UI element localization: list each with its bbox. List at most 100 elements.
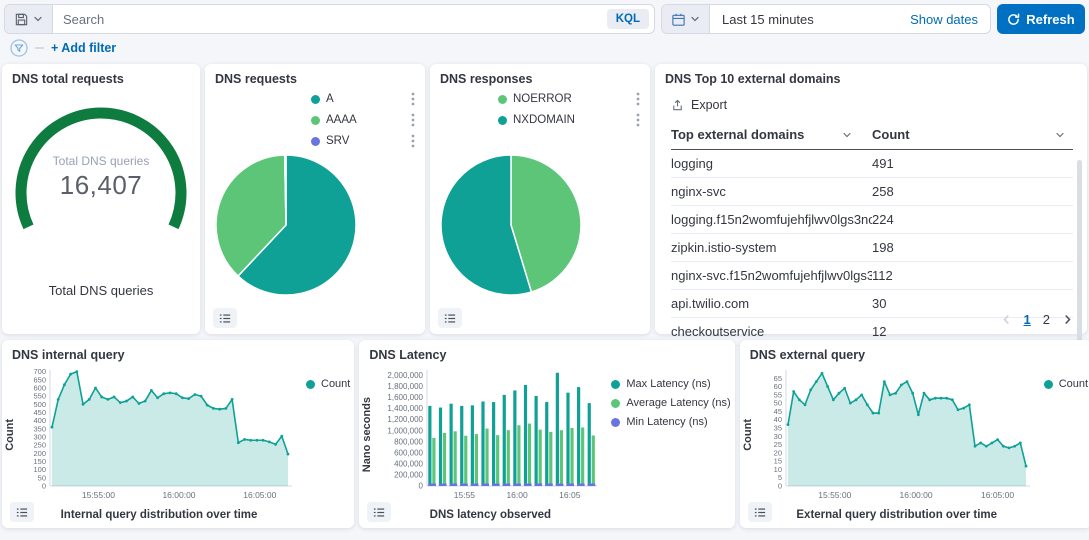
svg-text:15:55:00: 15:55:00 [818,490,851,500]
legend-dot [306,380,315,389]
previous-page-button[interactable] [1001,314,1012,325]
kebab-menu-icon[interactable] [626,92,640,106]
svg-text:1,800,000: 1,800,000 [388,382,424,391]
x-axis-title: External query distribution over time [756,509,1038,521]
sort-chevron-icon [1055,130,1065,140]
legend-dot [311,116,320,125]
cell-count: 258 [872,178,1073,205]
y-axis-title: Nano seconds [359,364,375,506]
table-row[interactable]: nginx-svc.f15n2womfujehfjlwv0lgs3no...11… [671,262,1073,290]
kebab-menu-icon[interactable] [401,134,415,148]
svg-text:16:00:00: 16:00:00 [899,490,932,500]
cell-domain: zipkin.istio-system [671,234,872,261]
cell-domain: nginx-svc.f15n2womfujehfjlwv0lgs3no... [671,262,872,289]
panel-dns-requests: DNS requests AAAAASRV [205,64,425,334]
cell-domain: logging.f15n2womfujehfjlwv0lgs3nog.... [671,206,872,233]
search-bar: KQL [4,4,655,34]
legend-label: Max Latency (ns) [626,378,710,390]
legend-dot [311,137,320,146]
svg-text:1,400,000: 1,400,000 [388,404,424,413]
panel-title: DNS Top 10 external domains [655,64,1087,86]
table-row[interactable]: logging.f15n2womfujehfjlwv0lgs3nog....22… [671,206,1073,234]
legend-label: NOERROR [513,93,572,105]
table-scrollbar[interactable] [1077,160,1082,346]
list-icon [444,312,456,325]
list-icon [754,506,766,519]
cell-domain: nginx-svc [671,178,872,205]
legend-item[interactable]: Count [1044,378,1088,390]
legend-toggle-button[interactable] [748,502,772,522]
legend-toggle-button[interactable] [10,502,34,522]
panel-row-2: DNS internal query Count 700650600550500… [2,340,1087,528]
pie-legend: NOERROR NXDOMAIN [498,92,640,127]
legend-item[interactable]: Average Latency (ns) [611,397,730,409]
legend-label: Average Latency (ns) [626,397,730,409]
legend-item-nxdomain[interactable]: NXDOMAIN [498,113,640,127]
legend-item[interactable]: Count [306,378,350,390]
gauge-bottom-label: Total DNS queries [2,283,200,298]
column-header-count[interactable]: Count [872,120,1073,149]
svg-text:16:05:00: 16:05:00 [243,490,276,500]
legend-item[interactable]: Max Latency (ns) [611,378,730,390]
saved-query-menu-button[interactable] [5,5,53,33]
legend-toggle-button[interactable] [367,502,391,522]
refresh-label: Refresh [1026,12,1074,27]
table-pagination: 12 [1001,312,1073,327]
panel-row-1: DNS total requests Total DNS queries 16,… [2,64,1087,334]
panel-title: DNS requests [205,64,425,86]
legend-item[interactable]: Min Latency (ns) [611,416,730,428]
next-page-button[interactable] [1062,314,1073,325]
kebab-menu-icon[interactable] [626,113,640,127]
svg-text:1,200,000: 1,200,000 [388,415,424,424]
chart-legend: Count [300,364,354,506]
refresh-button[interactable]: Refresh [997,4,1085,34]
kebab-menu-icon[interactable] [401,92,415,106]
legend-toggle-button[interactable] [213,308,237,328]
legend-label: Count [321,378,350,390]
legend-dot [498,116,507,125]
sort-chevron-icon [842,130,852,140]
page-number-2[interactable]: 2 [1043,312,1050,327]
dashboard-page: KQL Last 15 minutes Show dates Refresh +… [0,0,1089,540]
time-range-value[interactable]: Last 15 minutes [710,5,898,33]
save-icon [14,12,29,27]
svg-text:16:05:00: 16:05:00 [981,490,1014,500]
svg-text:15:55: 15:55 [454,490,476,500]
calendar-button[interactable] [662,5,710,33]
add-filter-link[interactable]: + Add filter [51,41,116,55]
legend-item-aaaa[interactable]: AAAA [311,113,415,127]
svg-text:0: 0 [419,482,424,491]
calendar-icon [671,12,686,27]
table-row[interactable]: logging491 [671,150,1073,178]
chart-legend: Count [1038,364,1089,506]
area-chart: 7006506005505004504003503002502001501005… [18,364,300,506]
page-number-1[interactable]: 1 [1024,312,1031,327]
table-row[interactable]: zipkin.istio-system198 [671,234,1073,262]
legend-item-a[interactable]: A [311,92,415,106]
svg-text:0: 0 [42,482,46,491]
legend-item-noerror[interactable]: NOERROR [498,92,640,106]
cell-count: 224 [872,206,1073,233]
legend-toggle-button[interactable] [438,308,462,328]
legend-item-srv[interactable]: SRV [311,134,415,148]
svg-text:1,000,000: 1,000,000 [388,426,424,435]
show-dates-link[interactable]: Show dates [898,5,990,33]
filter-icon[interactable] [10,39,28,57]
panel-title: DNS internal query [2,340,354,362]
kebab-menu-icon[interactable] [401,113,415,127]
svg-text:16:00:00: 16:00:00 [162,490,195,500]
cell-domain: logging [671,150,872,177]
pie-legend: AAAAASRV [311,92,415,148]
search-input[interactable] [53,5,607,33]
export-button[interactable]: Export [655,86,1087,116]
legend-dot [1044,380,1053,389]
pie-chart [213,152,359,298]
filter-bar: + Add filter [2,34,1087,60]
panel-title: DNS responses [430,64,650,86]
table-row[interactable]: nginx-svc258 [671,178,1073,206]
legend-label: SRV [326,135,349,147]
export-label: Export [691,98,727,112]
column-header-domains[interactable]: Top external domains [671,120,872,149]
kql-button[interactable]: KQL [607,9,649,29]
svg-text:0: 0 [778,482,782,491]
